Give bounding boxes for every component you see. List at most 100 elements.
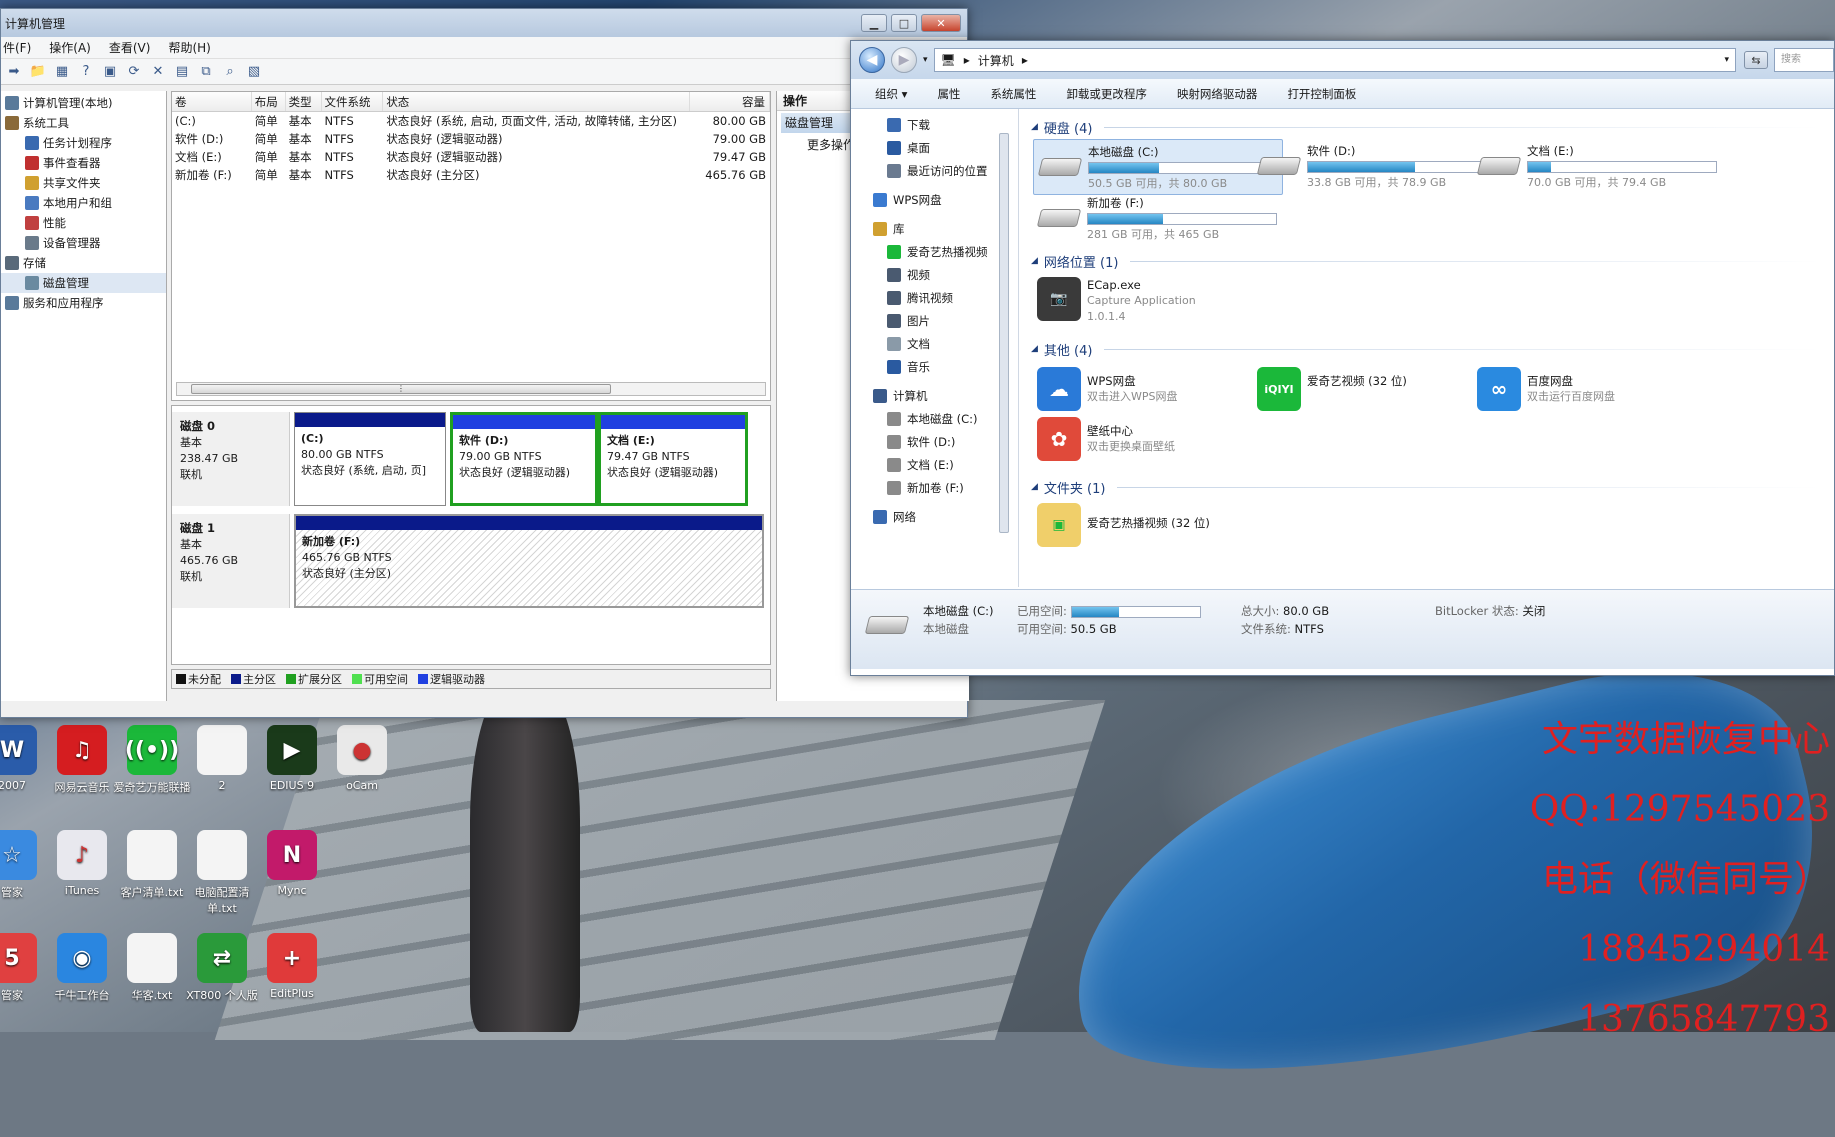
tree-node[interactable]: 系统工具 (1, 113, 166, 133)
back-button[interactable]: ◀ (859, 47, 885, 73)
nav-item[interactable]: 腾讯视频 (851, 286, 1018, 309)
section-network-locations[interactable]: ◢ 网络位置 (1) (1031, 249, 1821, 273)
desktop-icon[interactable]: ♫ 网易云音乐 (42, 725, 122, 795)
history-dropdown-icon[interactable]: ▾ (923, 55, 928, 65)
nav-item[interactable]: 视频 (851, 263, 1018, 286)
drive-tile[interactable]: 文档 (E:) 70.0 GB 可用，共 79.4 GB (1473, 139, 1723, 195)
nav-item[interactable]: 新加卷 (F:) (851, 476, 1018, 499)
address-bar[interactable]: 🖥 ▸ 计算机 ▸ ▾ (933, 48, 1736, 72)
nav-item[interactable]: 桌面 (851, 136, 1018, 159)
other-item[interactable]: iQIYI 爱奇艺视频 (32 位) (1253, 363, 1503, 411)
back-arrow-icon[interactable]: ➡ (5, 63, 23, 81)
nav-item[interactable]: 计算机 (851, 384, 1018, 407)
nav-item[interactable]: 下载 (851, 113, 1018, 136)
forward-button[interactable]: ▶ (891, 47, 917, 73)
nav-scrollbar[interactable] (997, 113, 1011, 583)
nav-item[interactable]: 软件 (D:) (851, 430, 1018, 453)
properties-icon[interactable]: ▤ (173, 63, 191, 81)
drive-tile[interactable]: 软件 (D:) 33.8 GB 可用，共 78.9 GB (1253, 139, 1503, 195)
section-folders[interactable]: ◢ 文件夹 (1) (1031, 475, 1821, 499)
tree-node[interactable]: 本地用户和组 (1, 193, 166, 213)
panel-icon[interactable]: ▣ (101, 63, 119, 81)
close-button[interactable]: ✕ (921, 14, 961, 32)
partition-d[interactable]: 软件 (D:) 79.00 GB NTFS 状态良好 (逻辑驱动器) (450, 412, 598, 506)
delete-icon[interactable]: ✕ (149, 63, 167, 81)
desktop-icon[interactable]: 华客.txt (112, 933, 192, 1003)
disk-1-label[interactable]: 磁盘 1 基本 465.76 GB 联机 (172, 514, 290, 608)
table-row[interactable]: 软件 (D:) 简单 基本 NTFS 状态良好 (逻辑驱动器) 79.00 GB (172, 130, 770, 148)
command-button[interactable]: 卸载或更改程序 (1066, 86, 1147, 102)
tree-node[interactable]: 设备管理器 (1, 233, 166, 253)
nav-scroll-thumb[interactable] (999, 133, 1009, 533)
nav-item[interactable]: 文档 (E:) (851, 453, 1018, 476)
command-button[interactable]: 打开控制面板 (1287, 86, 1356, 102)
collapse-icon[interactable]: ◢ (1031, 122, 1038, 132)
table-row[interactable]: 新加卷 (F:) 简单 基本 NTFS 状态良好 (主分区) 465.76 GB (172, 166, 770, 184)
desktop-icon[interactable]: 电脑配置清单.txt (182, 830, 262, 916)
nav-item[interactable]: 本地磁盘 (C:) (851, 407, 1018, 430)
table-row[interactable]: (C:) 简单 基本 NTFS 状态良好 (系统, 启动, 页面文件, 活动, 故障转储… (172, 112, 770, 130)
section-hard-drives[interactable]: ◢ 硬盘 (4) (1031, 115, 1821, 139)
cm-titlebar[interactable]: 计算机管理 ▁ □ ✕ (1, 9, 967, 37)
minimize-button[interactable]: ▁ (861, 14, 887, 32)
table-row[interactable]: 文档 (E:) 简单 基本 NTFS 状态良好 (逻辑驱动器) 79.47 GB (172, 148, 770, 166)
desktop-icon[interactable]: + EditPlus (252, 933, 332, 1000)
address-dropdown-icon[interactable]: ▾ (1724, 55, 1735, 65)
desktop-icon[interactable]: ((•)) 爱奇艺万能联播 (112, 725, 192, 795)
desktop-icon[interactable]: ♪ iTunes (42, 830, 122, 897)
nav-item[interactable]: 图片 (851, 309, 1018, 332)
disk-0-label[interactable]: 磁盘 0 基本 238.47 GB 联机 (172, 412, 290, 506)
collapse-icon[interactable]: ◢ (1031, 344, 1038, 354)
tree-node[interactable]: 磁盘管理 (1, 273, 166, 293)
network-location-ecap[interactable]: 📷 ECap.exe Capture Application 1.0.1.4 (1033, 273, 1283, 329)
col-status[interactable]: 状态 (383, 92, 691, 111)
breadcrumb-separator-icon[interactable]: ▸ (1022, 53, 1028, 67)
col-layout[interactable]: 布局 (252, 92, 286, 111)
partition-f[interactable]: 新加卷 (F:) 465.76 GB NTFS 状态良好 (主分区) (294, 514, 764, 608)
horizontal-scrollbar[interactable]: ⋮ (176, 382, 766, 396)
folder-iqiyi[interactable]: ▣ 爱奇艺热播视频 (32 位) (1033, 499, 1283, 549)
tree-node[interactable]: 事件查看器 (1, 153, 166, 173)
tree-node[interactable]: 计算机管理(本地) (1, 93, 166, 113)
menu-view[interactable]: 查看(V) (109, 39, 151, 56)
menu-action[interactable]: 操作(A) (49, 39, 91, 56)
other-item[interactable]: ☁ WPS网盘 双击进入WPS网盘 (1033, 363, 1283, 411)
scroll-thumb[interactable]: ⋮ (191, 384, 611, 394)
desktop-icon[interactable]: N Mync (252, 830, 332, 897)
refresh-button[interactable]: ⇆ (1744, 51, 1768, 69)
drive-tile[interactable]: 本地磁盘 (C:) 50.5 GB 可用，共 80.0 GB (1033, 139, 1283, 195)
desktop-icon[interactable]: ⇄ XT800 个人版 (182, 933, 262, 1003)
menu-help[interactable]: 帮助(H) (168, 39, 210, 56)
nav-item[interactable]: 网络 (851, 505, 1018, 528)
nav-item[interactable]: 库 (851, 217, 1018, 240)
nav-item[interactable]: WPS网盘 (851, 188, 1018, 211)
tree-node[interactable]: 存储 (1, 253, 166, 273)
tree-node[interactable]: 任务计划程序 (1, 133, 166, 153)
command-button[interactable]: 系统属性 (990, 86, 1036, 102)
up-folder-icon[interactable]: 📁 (29, 63, 47, 81)
col-capacity[interactable]: 容量 (690, 92, 770, 111)
refresh-icon[interactable]: ⟳ (125, 63, 143, 81)
col-filesystem[interactable]: 文件系统 (322, 92, 384, 111)
tree-node[interactable]: 服务和应用程序 (1, 293, 166, 313)
drive-tile[interactable]: 新加卷 (F:) 281 GB 可用，共 465 GB (1033, 191, 1283, 247)
nav-item[interactable]: 最近访问的位置 (851, 159, 1018, 182)
desktop-icon[interactable]: ◉ 千牛工作台 (42, 933, 122, 1003)
col-type[interactable]: 类型 (286, 92, 322, 111)
tree-node[interactable]: 共享文件夹 (1, 173, 166, 193)
desktop-icon[interactable]: 客户清单.txt (112, 830, 192, 900)
partition-e[interactable]: 文档 (E:) 79.47 GB NTFS 状态良好 (逻辑驱动器) (598, 412, 748, 506)
breadcrumb-separator-icon[interactable]: ▸ (964, 53, 970, 67)
other-item[interactable]: ✿ 壁纸中心 双击更换桌面壁纸 (1033, 413, 1283, 461)
nav-item[interactable]: 爱奇艺热播视频 (851, 240, 1018, 263)
menu-file[interactable]: 件(F) (3, 39, 31, 56)
section-other[interactable]: ◢ 其他 (4) (1031, 337, 1821, 361)
breadcrumb-computer[interactable]: 计算机 (978, 52, 1014, 69)
show-tree-icon[interactable]: ▦ (53, 63, 71, 81)
command-button[interactable]: 组织 ▾ (875, 86, 907, 102)
collapse-icon[interactable]: ◢ (1031, 482, 1038, 492)
tree-node[interactable]: 性能 (1, 213, 166, 233)
desktop-icon[interactable]: 2 (182, 725, 262, 792)
desktop-icon[interactable]: ● oCam (322, 725, 402, 792)
partition-c[interactable]: (C:) 80.00 GB NTFS 状态良好 (系统, 启动, 页] (294, 412, 446, 506)
